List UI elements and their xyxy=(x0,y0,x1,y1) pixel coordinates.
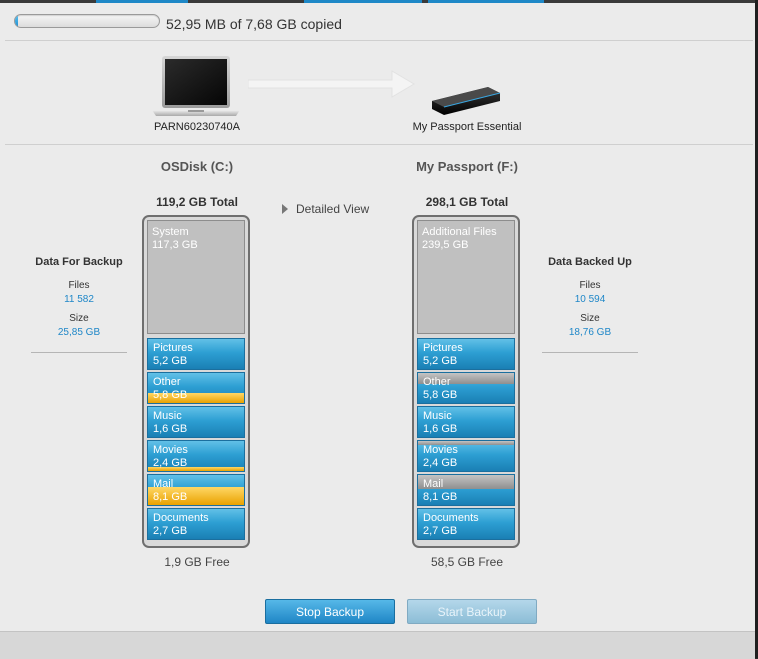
stop-backup-button[interactable]: Stop Backup xyxy=(265,599,395,624)
backup-panel: 52,95 MB of 7,68 GB copied PARN60230740A… xyxy=(0,3,755,631)
target-disk-total: 298,1 GB Total xyxy=(425,195,509,209)
category-segment-movies: Movies 2,4 GB xyxy=(147,440,245,472)
segment-name: Other xyxy=(153,376,181,388)
data-backed-up-panel: Data Backed Up Files 10 594 Size 18,76 G… xyxy=(538,256,642,353)
size-value: 25,85 GB xyxy=(57,327,101,338)
category-segment-pictures: Pictures 5,2 GB xyxy=(147,338,245,370)
segment-name: Documents xyxy=(423,512,479,524)
system-segment: System 117,3 GB xyxy=(147,220,245,334)
detailed-view-label: Detailed View xyxy=(296,202,370,216)
segment-name: Pictures xyxy=(423,342,463,354)
start-backup-button[interactable]: Start Backup xyxy=(407,599,537,624)
segment-size: 5,2 GB xyxy=(423,355,458,367)
segment-size: 1,6 GB xyxy=(153,423,188,435)
segment-size: 239,5 GB xyxy=(422,239,469,251)
target-device-label: My Passport Essential xyxy=(412,121,522,133)
segment-size: 2,4 GB xyxy=(153,457,188,469)
data-for-backup-panel: Data For Backup Files 11 582 Size 25,85 … xyxy=(27,256,131,353)
additional-files-segment: Additional Files 239,5 GB xyxy=(417,220,515,334)
segment-name: Music xyxy=(423,410,452,422)
segment-size: 117,3 GB xyxy=(152,239,198,251)
segment-size: 5,8 GB xyxy=(423,389,458,401)
source-device-label: PARN60230740A xyxy=(153,121,241,133)
segment-size: 8,1 GB xyxy=(423,491,458,503)
segment-name: Mail xyxy=(153,478,174,490)
segment-size: 5,8 GB xyxy=(153,389,188,401)
source-disk-total: 119,2 GB Total xyxy=(156,195,238,209)
target-disk-free: 58,5 GB Free xyxy=(430,555,504,569)
segment-name: Mail xyxy=(423,478,444,490)
transfer-arrow-icon xyxy=(248,70,415,98)
files-label: Files xyxy=(579,280,601,291)
progress-text: 52,95 MB of 7,68 GB copied xyxy=(166,16,342,32)
backup-progress-bar xyxy=(14,14,160,28)
laptop-icon xyxy=(152,56,240,116)
category-segment-movies: Movies 2,4 GB xyxy=(417,440,515,472)
data-for-backup-heading: Data For Backup xyxy=(35,256,123,268)
segment-size: 8,1 GB xyxy=(153,491,188,503)
category-segment-mail: Mail 8,1 GB xyxy=(147,474,245,506)
category-segment-mail: Mail 8,1 GB xyxy=(417,474,515,506)
segment-size: 5,2 GB xyxy=(153,355,188,367)
segment-size: 2,7 GB xyxy=(153,525,188,537)
segment-name: Pictures xyxy=(153,342,193,354)
footer-bar xyxy=(0,631,755,659)
segment-name: Music xyxy=(153,410,182,422)
segment-name: System xyxy=(152,226,189,238)
expand-triangle-icon xyxy=(282,204,288,214)
category-segment-pictures: Pictures 5,2 GB xyxy=(417,338,515,370)
divider xyxy=(5,144,753,145)
stats-divider xyxy=(31,352,127,353)
files-count: 11 582 xyxy=(64,294,94,305)
files-count: 10 594 xyxy=(574,294,606,305)
segment-name: Additional Files xyxy=(422,226,497,238)
source-disk-free: 1,9 GB Free xyxy=(164,555,230,569)
files-label: Files xyxy=(68,280,90,291)
target-disk-usage-bar: Additional Files 239,5 GB Pictures 5,2 GB… xyxy=(412,215,520,548)
segment-size: 2,4 GB xyxy=(423,457,458,469)
category-segment-documents: Documents 2,7 GB xyxy=(417,508,515,540)
segment-name: Other xyxy=(423,376,451,388)
segment-name: Movies xyxy=(423,444,458,456)
size-value: 18,76 GB xyxy=(568,327,612,338)
segment-name: Documents xyxy=(153,512,209,524)
source-disk-usage-bar: System 117,3 GB Pictures 5,2 GB Other 5,8 G… xyxy=(142,215,250,548)
data-backed-up-heading: Data Backed Up xyxy=(548,256,632,268)
size-label: Size xyxy=(69,313,89,324)
segment-size: 1,6 GB xyxy=(423,423,458,435)
category-segment-music: Music 1,6 GB xyxy=(147,406,245,438)
detailed-view-toggle[interactable]: Detailed View xyxy=(282,202,369,216)
category-segment-music: Music 1,6 GB xyxy=(417,406,515,438)
size-label: Size xyxy=(580,313,600,324)
category-segment-other: Other 5,8 GB xyxy=(147,372,245,404)
stats-divider xyxy=(542,352,638,353)
category-segment-other: Other 5,8 GB xyxy=(417,372,515,404)
divider xyxy=(5,40,753,41)
external-drive-icon xyxy=(432,87,501,115)
source-disk-title: OSDisk (C:) xyxy=(160,159,234,174)
category-segment-documents: Documents 2,7 GB xyxy=(147,508,245,540)
backup-progress-fill xyxy=(15,15,18,27)
target-disk-title: My Passport (F:) xyxy=(416,159,518,174)
segment-size: 2,7 GB xyxy=(423,525,458,537)
segment-name: Movies xyxy=(153,444,188,456)
